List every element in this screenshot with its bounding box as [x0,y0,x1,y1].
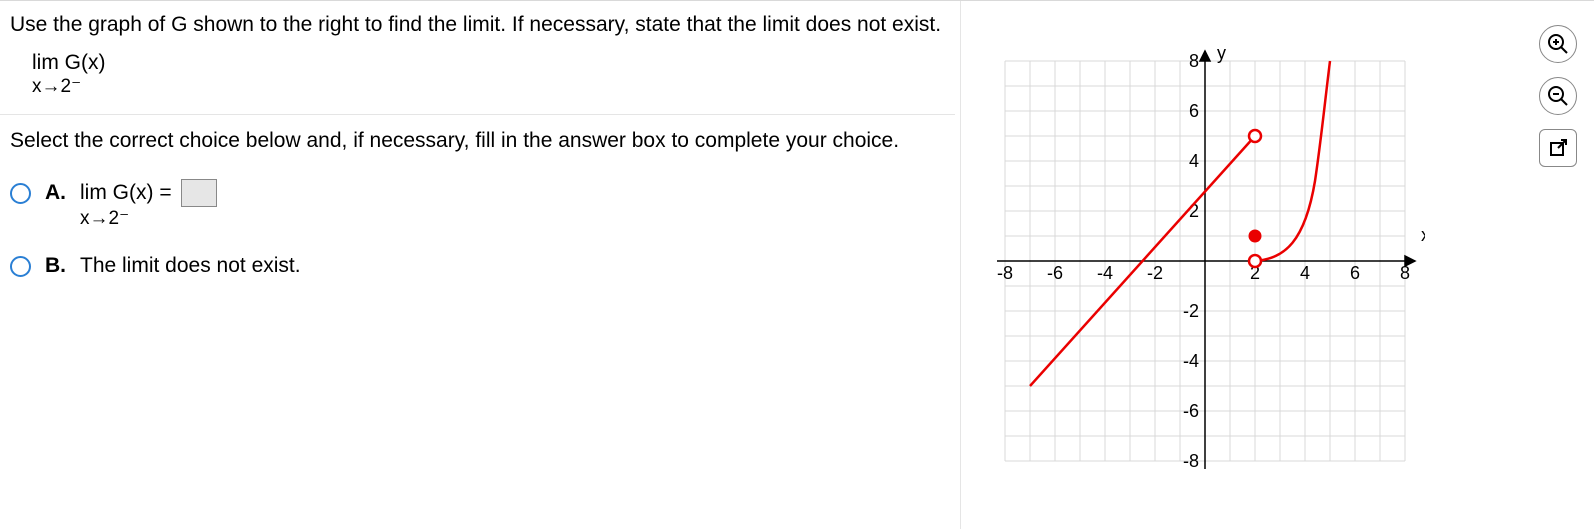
x-tick-labels: -8 -6 -4 -2 2 4 6 8 [997,263,1410,283]
left-pane: Use the graph of G shown to the right to… [0,1,955,300]
right-pane: -8 -6 -4 -2 2 4 6 8 8 6 4 2 -2 -4 -6 -8 … [960,1,1594,529]
choice-b-text: The limit does not exist. [80,252,301,278]
x-axis-label: x [1421,225,1425,245]
zoom-in-icon [1547,33,1569,55]
svg-text:-2: -2 [1183,301,1199,321]
svg-text:8: 8 [1189,51,1199,71]
choice-b[interactable]: B. The limit does not exist. [10,252,945,278]
question-page: Use the graph of G shown to the right to… [0,0,1594,529]
svg-text:6: 6 [1350,263,1360,283]
question-prompt: Use the graph of G shown to the right to… [10,13,945,37]
choice-prompt: Select the correct choice below and, if … [0,115,955,153]
svg-text:8: 8 [1400,263,1410,283]
open-point-left [1249,130,1261,142]
popout-icon [1548,138,1568,158]
radio-b[interactable] [10,256,31,277]
choice-a-lim-sub: x→2⁻ [80,207,217,230]
limit-expression: lim G(x) x→2⁻ [10,37,945,98]
graph-tools [1539,25,1577,181]
svg-text:-6: -6 [1047,263,1063,283]
svg-text:-6: -6 [1183,401,1199,421]
svg-text:-8: -8 [1183,451,1199,471]
choice-list: A. lim G(x) = x→2⁻ B. The limit does not… [0,153,955,278]
svg-text:-4: -4 [1183,351,1199,371]
choice-a[interactable]: A. lim G(x) = x→2⁻ [10,179,945,230]
svg-text:-4: -4 [1097,263,1113,283]
choice-a-label: A. [45,179,66,205]
svg-text:-8: -8 [997,263,1013,283]
zoom-in-button[interactable] [1539,25,1577,63]
svg-text:4: 4 [1300,263,1310,283]
choice-b-label: B. [45,252,66,278]
zoom-out-button[interactable] [1539,77,1577,115]
answer-input-a[interactable] [181,179,217,207]
question-text-block: Use the graph of G shown to the right to… [0,1,955,115]
svg-text:6: 6 [1189,101,1199,121]
radio-a[interactable] [10,183,31,204]
choice-a-content: lim G(x) = x→2⁻ [80,179,217,230]
svg-text:-2: -2 [1147,263,1163,283]
graph-svg: -8 -6 -4 -2 2 4 6 8 8 6 4 2 -2 -4 -6 -8 … [985,41,1425,481]
choice-a-lim-top: lim G(x) = [80,181,172,204]
axes [997,51,1415,469]
popout-button[interactable] [1539,129,1577,167]
y-axis-label: y [1217,43,1226,63]
solid-point [1249,230,1261,242]
open-point-right [1249,255,1261,267]
svg-text:4: 4 [1189,151,1199,171]
limit-top: lim G(x) [32,51,105,75]
limit-sub: x→2⁻ [32,75,105,98]
zoom-out-icon [1547,85,1569,107]
